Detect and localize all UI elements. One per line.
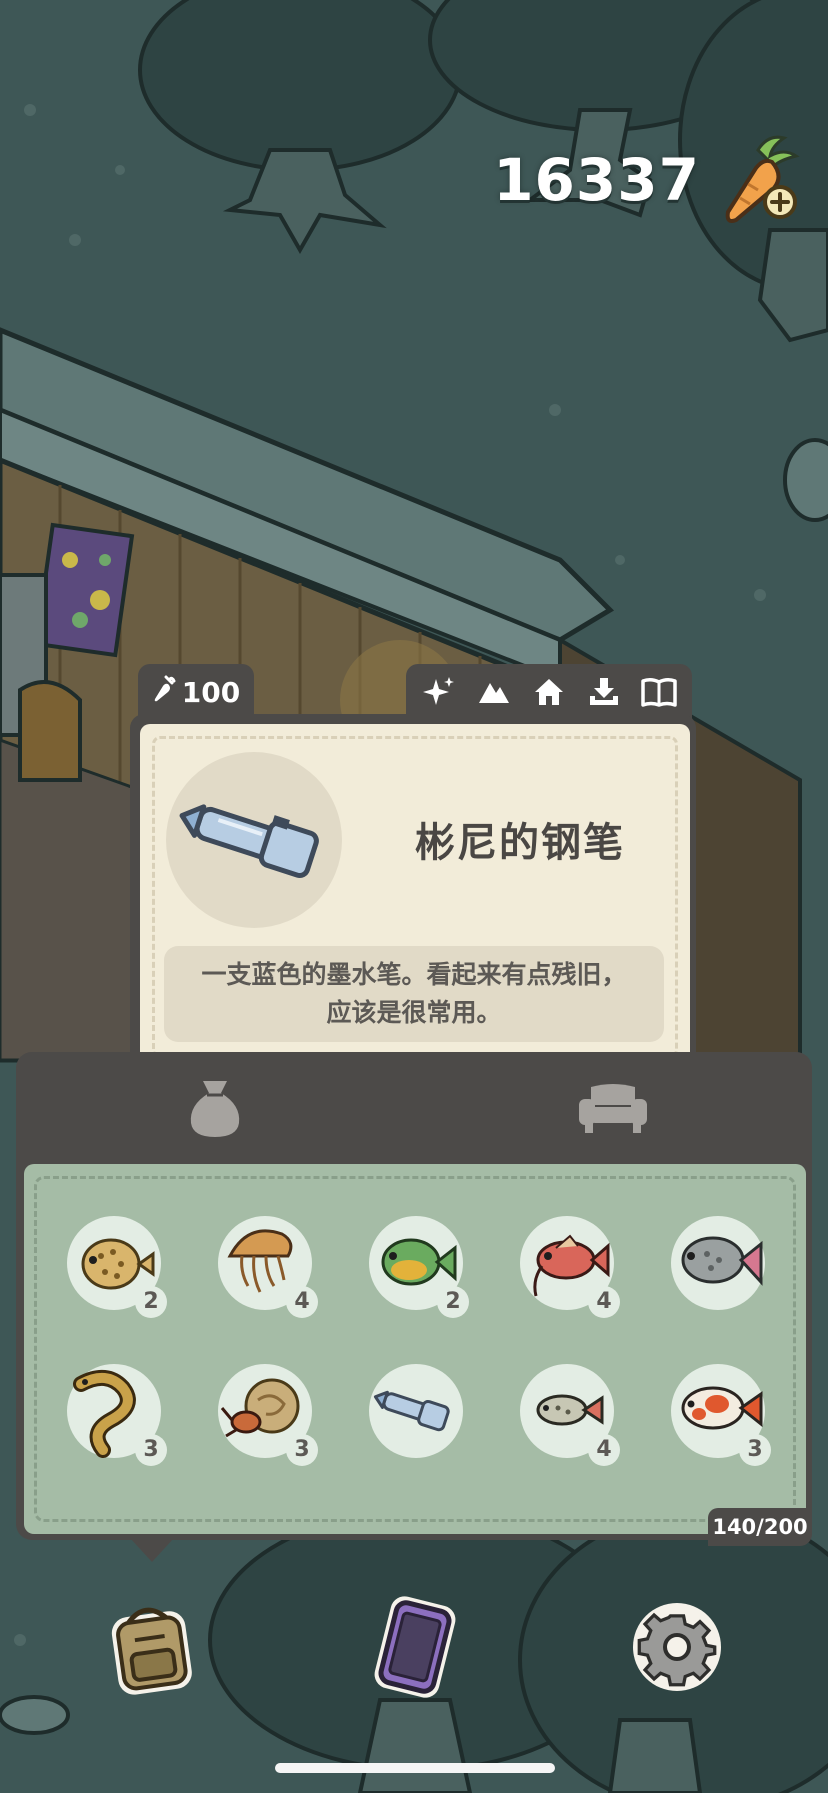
backpack-button[interactable]: [96, 1592, 206, 1702]
backpack-icon: [111, 1607, 192, 1695]
inventory-slot[interactable]: 4: [520, 1216, 620, 1318]
gear-icon: [633, 1603, 721, 1691]
inventory-slot[interactable]: 2: [67, 1216, 167, 1318]
inventory-slot[interactable]: 2: [369, 1216, 469, 1318]
slot-count: 4: [286, 1286, 318, 1318]
item-detail-card: 彬尼的钢笔 一支蓝色的墨水笔。看起来有点残旧，应该是很常用。: [140, 724, 690, 1070]
inventory-grid: 2 4 2 4 3 3 4 3: [24, 1164, 806, 1534]
bag-icon: [190, 1081, 240, 1137]
item-category-tabs: [406, 664, 692, 720]
inventory-slot[interactable]: 3: [218, 1364, 318, 1466]
inventory-slot[interactable]: 3: [671, 1364, 771, 1466]
inventory-slot[interactable]: 3: [67, 1364, 167, 1466]
house-icon[interactable]: [527, 670, 571, 714]
panel-pointer: [130, 1538, 174, 1562]
home-indicator[interactable]: [275, 1763, 555, 1773]
settings-button[interactable]: [622, 1592, 732, 1702]
phone-button[interactable]: [360, 1592, 470, 1702]
slot-count: 4: [588, 1286, 620, 1318]
inventory-capacity: 140/200: [708, 1508, 812, 1546]
tab-bag[interactable]: [16, 1052, 414, 1162]
slot-count: 3: [135, 1434, 167, 1466]
inventory-slot[interactable]: 4: [520, 1364, 620, 1466]
item-description: 一支蓝色的墨水笔。看起来有点残旧，应该是很常用。: [164, 946, 664, 1042]
carrot-icon: [152, 675, 176, 710]
phone-icon: [374, 1596, 456, 1698]
item-price: 100: [181, 675, 241, 709]
item-preview: [166, 752, 342, 928]
slot-count: 2: [135, 1286, 167, 1318]
currency-amount: 16337: [493, 146, 700, 214]
carrot-currency-display: 16337: [493, 132, 802, 228]
slot-count: 2: [437, 1286, 469, 1318]
inventory-slot[interactable]: [369, 1364, 463, 1458]
blue-pen-icon: [373, 1390, 450, 1432]
inventory-slot[interactable]: 4: [218, 1216, 318, 1318]
blue-pen-icon: [179, 804, 319, 878]
book-icon[interactable]: [637, 670, 681, 714]
grey-fish-icon: [681, 1236, 763, 1286]
carrot-plus-icon[interactable]: [714, 132, 802, 228]
download-tray-icon[interactable]: [582, 670, 626, 714]
mountain-icon[interactable]: [472, 670, 516, 714]
item-name: 彬尼的钢笔: [415, 820, 625, 866]
slot-count: 4: [588, 1434, 620, 1466]
inventory-tabs: [16, 1052, 812, 1162]
sparkle-icon[interactable]: [417, 670, 461, 714]
slot-count: 3: [286, 1434, 318, 1466]
tab-furniture[interactable]: [414, 1052, 812, 1162]
item-price-tab: 100: [138, 664, 254, 720]
armchair-icon: [579, 1084, 647, 1133]
slot-count: 3: [739, 1434, 771, 1466]
inventory-slot[interactable]: [671, 1216, 765, 1310]
